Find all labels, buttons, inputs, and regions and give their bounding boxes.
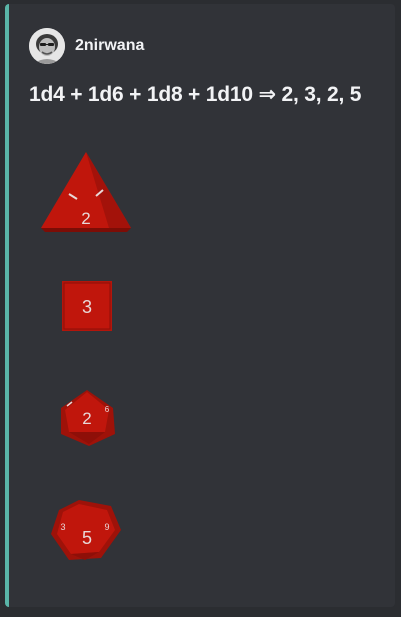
d6-die-value: 3 xyxy=(82,297,92,317)
embed-author: 2nirwana xyxy=(29,28,144,64)
d10-die-icon: 3 9 5 xyxy=(51,500,121,560)
roll-result-title: 1d4 + 1d6 + 1d8 + 1d10 ⇒ 2, 3, 2, 5 xyxy=(29,83,362,106)
d8-die-icon: 6 2 xyxy=(61,390,115,446)
d8-die-value: 2 xyxy=(82,409,91,428)
d4-die-icon: 2 xyxy=(41,152,131,232)
author-name[interactable]: 2nirwana xyxy=(75,37,144,55)
d6-die-icon: 3 xyxy=(62,281,112,331)
avatar-image xyxy=(29,28,65,64)
embed-accent-bar xyxy=(5,4,9,607)
svg-text:3: 3 xyxy=(60,522,65,532)
svg-text:6: 6 xyxy=(105,405,110,414)
dice-roll-embed: 2nirwana 1d4 + 1d6 + 1d8 + 1d10 ⇒ 2, 3, … xyxy=(5,4,395,607)
svg-text:9: 9 xyxy=(104,522,109,532)
d10-die-value: 5 xyxy=(82,528,92,548)
d4-die-value: 2 xyxy=(81,209,90,228)
user-avatar[interactable] xyxy=(29,28,65,64)
